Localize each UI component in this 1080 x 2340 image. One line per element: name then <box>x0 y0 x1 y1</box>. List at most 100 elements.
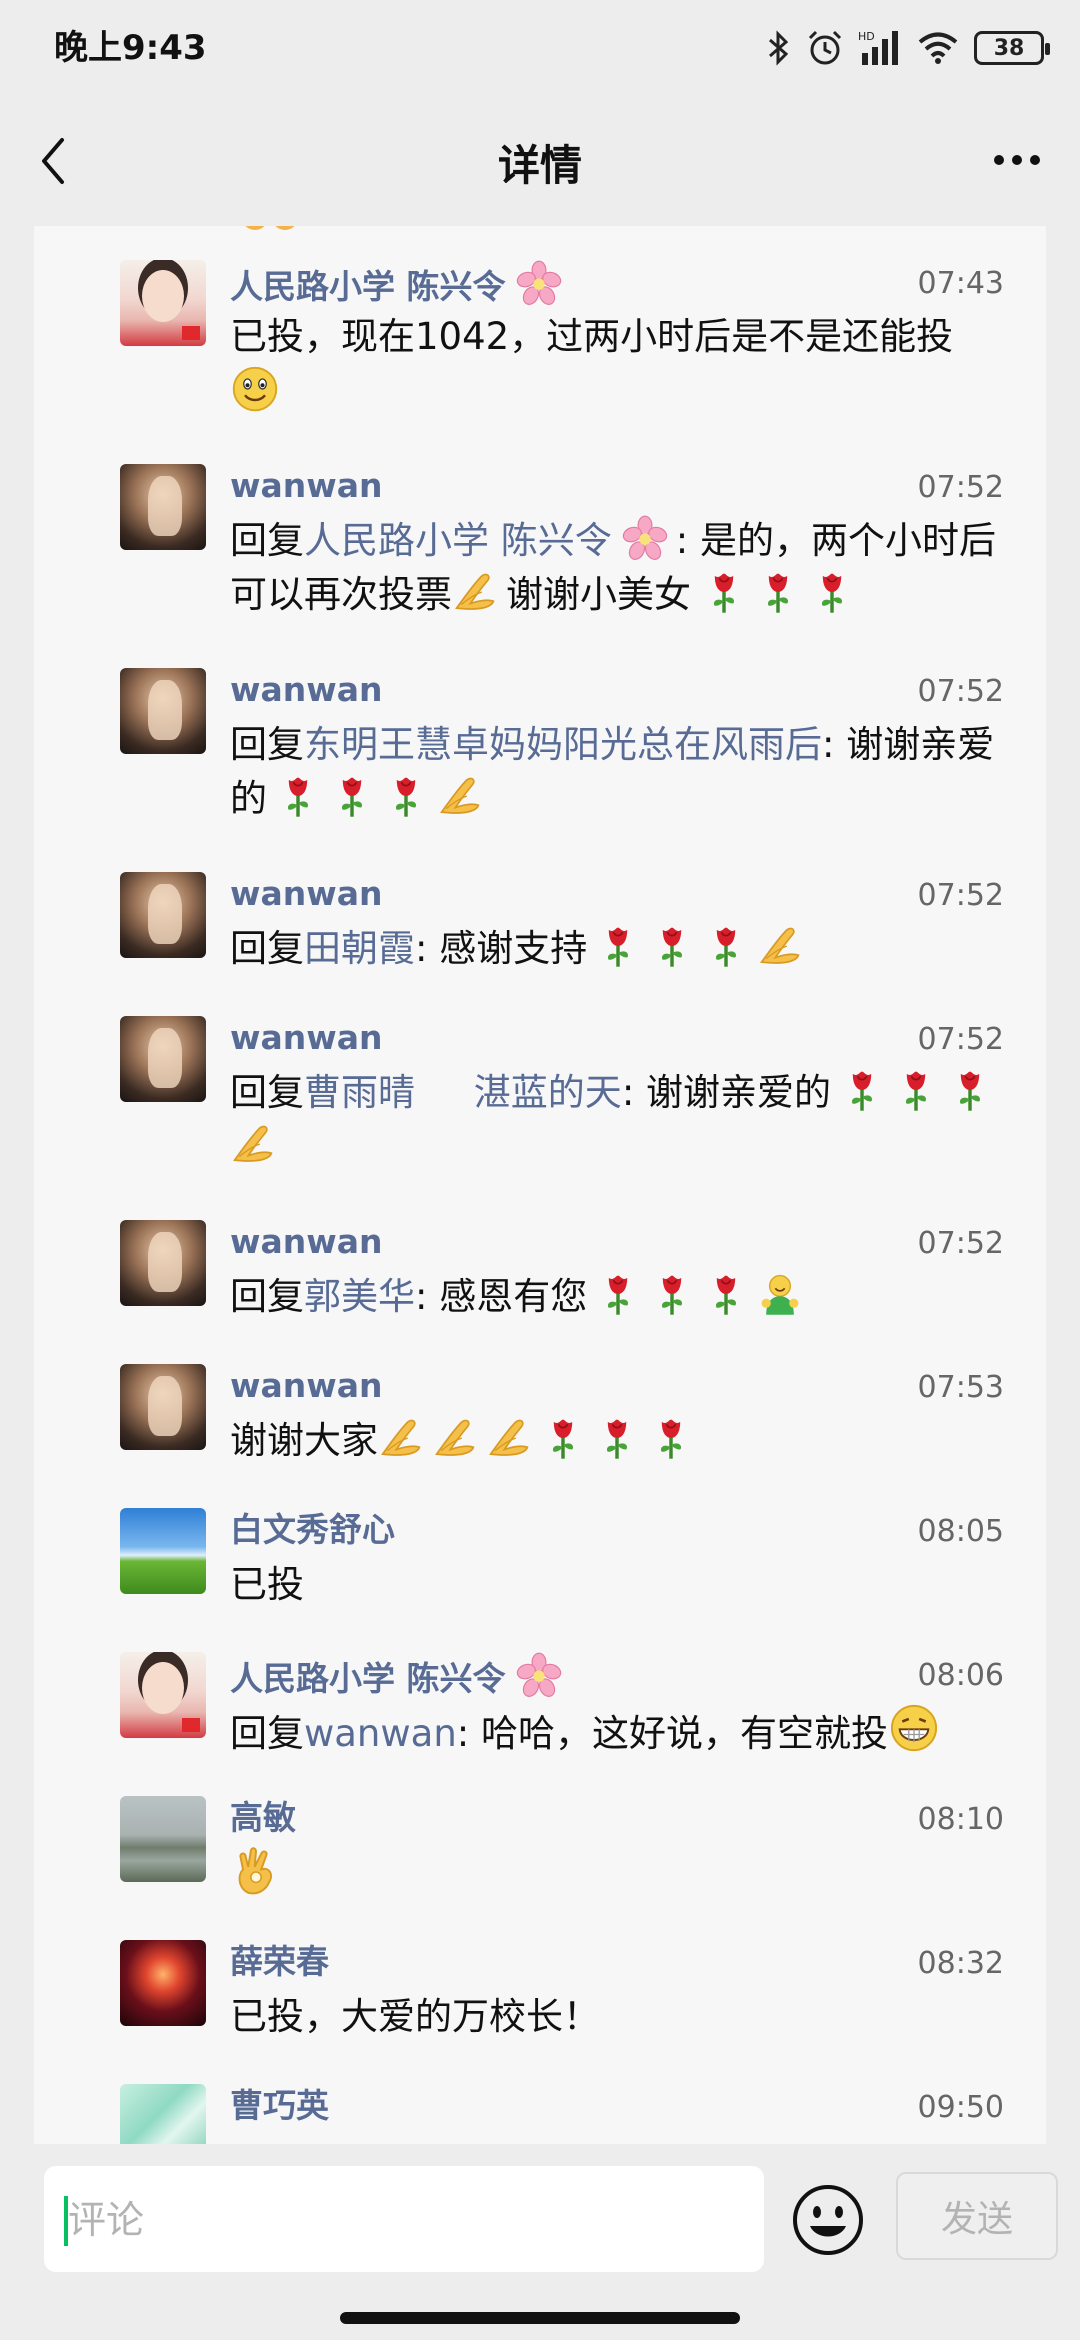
rose-emoji-icon <box>893 1067 939 1113</box>
comment-input[interactable]: 评论 <box>44 2166 764 2272</box>
rose-emoji-icon <box>275 773 321 819</box>
comment-input-placeholder: 评论 <box>68 2198 145 2242</box>
comment-author[interactable]: 白文秀舒心 <box>230 1508 395 1552</box>
ok-hand-emoji-icon <box>230 1846 282 1898</box>
hug-emoji-icon <box>757 1271 803 1317</box>
comment-time: 08:06 <box>917 1658 1004 1693</box>
pray-emoji-icon <box>230 1121 276 1167</box>
comment-author[interactable]: 曹巧英 <box>230 2084 329 2128</box>
rose-emoji-icon <box>809 569 855 615</box>
comment-time: 07:52 <box>917 1022 1004 1057</box>
rose-emoji-icon <box>595 923 641 969</box>
avatar[interactable] <box>120 260 206 346</box>
comment-text: 已投，大爱的万校长！ <box>230 1995 600 2038</box>
comment-input-bar: 评论 发送 <box>0 2144 1080 2340</box>
grin-emoji-icon <box>888 1702 940 1754</box>
avatar[interactable] <box>120 1652 206 1738</box>
comment-author[interactable]: 人民路小学 陈兴令 <box>230 260 570 309</box>
battery-icon: 38 <box>974 31 1050 65</box>
wifi-icon <box>918 32 958 64</box>
nav-bar: 详情 <box>0 96 1080 226</box>
smile-emoji-icon <box>230 364 280 414</box>
rose-emoji-icon <box>383 773 429 819</box>
avatar[interactable] <box>120 1796 206 1882</box>
send-button[interactable]: 发送 <box>896 2172 1058 2260</box>
pray-emoji-icon <box>486 1415 532 1461</box>
pray-emoji-icon <box>432 1415 478 1461</box>
rose-emoji-icon <box>701 569 747 615</box>
comment-author[interactable]: wanwan <box>230 668 383 712</box>
more-icon[interactable] <box>982 130 1052 190</box>
rose-emoji-icon <box>540 1415 586 1461</box>
comment-text <box>230 1846 1020 1905</box>
comment-time: 08:05 <box>917 1514 1004 1549</box>
avatar[interactable] <box>120 872 206 958</box>
rose-emoji-icon <box>648 1415 694 1461</box>
reply-target-link[interactable]: 郭美华 <box>304 1275 415 1318</box>
rose-emoji-icon <box>329 773 375 819</box>
reply-target-link[interactable]: 人民路小学 陈兴令 <box>304 519 612 562</box>
comment-text: 回复郭美华: 感恩有您 <box>230 1270 1020 1324</box>
avatar[interactable] <box>120 1940 206 2026</box>
rose-emoji-icon <box>594 1415 640 1461</box>
comment-author[interactable]: wanwan <box>230 1016 383 1060</box>
comment-author[interactable]: 高敏 <box>230 1796 296 1840</box>
comment-text: 回复人民路小学 陈兴令: 是的，两个小时后可以再次投票 谢谢小美女 <box>230 514 1020 622</box>
reply-target-link[interactable]: wanwan <box>304 1712 457 1755</box>
page-title: 详情 <box>497 141 582 190</box>
comment-author[interactable]: wanwan <box>230 464 383 508</box>
comment-text: 已投，现在1042，过两小时后是不是还能投 <box>230 310 1020 421</box>
comment-time: 07:52 <box>917 878 1004 913</box>
comment-text: 回复曹雨晴 湛蓝的天: 谢谢亲爱的 <box>230 1066 1020 1174</box>
pray-emoji-icon <box>437 773 483 819</box>
rose-emoji-icon <box>947 1067 993 1113</box>
comment-time: 07:52 <box>917 470 1004 505</box>
reply-target-link[interactable]: 田朝霞 <box>304 927 415 970</box>
pray-emoji-icon <box>452 569 498 615</box>
comment-time: 08:32 <box>917 1946 1004 1981</box>
avatar[interactable] <box>120 668 206 754</box>
system-icons: HD 38 <box>766 26 1050 70</box>
avatar[interactable] <box>120 1220 206 1306</box>
comment-text: 回复东明王慧卓妈妈阳光总在风雨后: 谢谢亲爱的 <box>230 723 995 820</box>
emoji-button-icon[interactable] <box>790 2182 866 2258</box>
avatar[interactable] <box>120 1016 206 1102</box>
status-bar: 晚上9:43 HD 38 <box>0 0 1080 96</box>
comment-text: 回复wanwan: 哈哈，这好说，有空就投 <box>230 1702 1020 1761</box>
comment-time: 07:43 <box>917 266 1004 301</box>
comment-list[interactable]: 人民路小学 陈兴令 07:43 已投，现在1042，过两小时后是不是还能投 wa… <box>34 226 1046 2144</box>
reply-target-link[interactable]: 东明王慧卓妈妈阳光总在风雨后 <box>304 723 822 766</box>
avatar[interactable] <box>120 2084 206 2144</box>
flower-icon <box>516 260 562 306</box>
pray-emoji-icon <box>757 923 803 969</box>
rose-emoji-icon <box>755 569 801 615</box>
comment-time: 07:52 <box>917 674 1004 709</box>
comment-author[interactable]: 薛荣春 <box>230 1940 329 1984</box>
comment-author[interactable]: wanwan <box>230 1220 383 1264</box>
comment-text: 已投 <box>230 1563 304 1606</box>
avatar[interactable] <box>120 464 206 550</box>
flower-icon <box>516 1652 562 1698</box>
comment-author[interactable]: wanwan <box>230 872 383 916</box>
rose-emoji-icon <box>839 1067 885 1113</box>
alarm-icon <box>808 30 842 65</box>
home-indicator[interactable] <box>340 2312 740 2324</box>
pray-emoji-icon <box>378 1415 424 1461</box>
flower-icon <box>622 515 668 561</box>
rose-emoji-icon <box>649 923 695 969</box>
reply-target-link[interactable]: 曹雨晴 湛蓝的天 <box>304 1071 622 1114</box>
rose-emoji-icon <box>703 923 749 969</box>
comment-author[interactable]: wanwan <box>230 1364 383 1408</box>
comment-text: 谢谢大家 <box>230 1414 1020 1468</box>
comment-time: 07:53 <box>917 1370 1004 1405</box>
svg-text:HD: HD <box>858 30 875 43</box>
rose-emoji-icon <box>649 1271 695 1317</box>
comment-time: 09:50 <box>917 2090 1004 2125</box>
rose-emoji-icon <box>595 1271 641 1317</box>
avatar[interactable] <box>120 1508 206 1594</box>
comment-author[interactable]: 人民路小学 陈兴令 <box>230 1652 570 1701</box>
signal-icon: HD <box>858 30 898 65</box>
partial-emoji <box>242 226 302 230</box>
avatar[interactable] <box>120 1364 206 1450</box>
comment-time: 08:10 <box>917 1802 1004 1837</box>
